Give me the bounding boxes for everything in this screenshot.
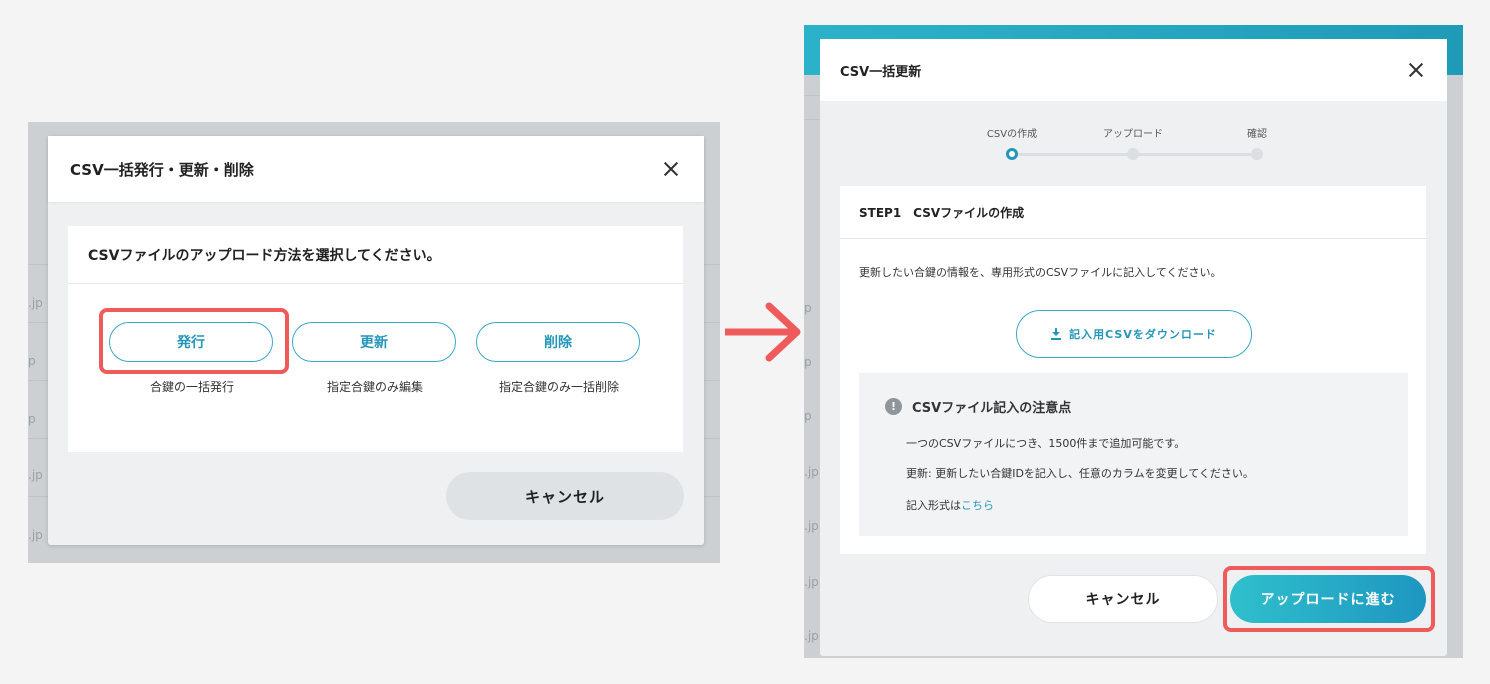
highlight-annotation	[99, 308, 289, 374]
background-text-fragment: p	[28, 354, 36, 368]
step-label-upload: アップロード	[1103, 129, 1163, 140]
notice-title-row: ! CSVファイル記入の注意点	[885, 397, 1071, 416]
left-screenshot: .jp p p .jp .jp CSV一括発行・更新・削除 CSVファイルのアッ…	[28, 122, 720, 563]
background-text-fragment: .jp	[28, 468, 43, 482]
option-update: 更新 指定合鍵のみ編集	[292, 322, 458, 395]
option-description: 指定合鍵のみ一括削除	[498, 380, 619, 394]
step-dot-active	[1006, 148, 1018, 160]
step-card: STEP1 CSVファイルの作成 更新したい合鍵の情報を、専用形式のCSVファイ…	[840, 186, 1426, 554]
right-screenshot: p p p .jp .jp .jp .jp CSV一括更新 CSVの作成 アップ…	[804, 25, 1463, 658]
notice-line: 更新: 更新したい合鍵IDを記入し、任意のカラムを変更してください。	[906, 467, 1254, 480]
modal-header: CSV一括発行・更新・削除	[48, 136, 704, 202]
arrow-right-icon	[725, 302, 801, 362]
notice-title: CSVファイル記入の注意点	[912, 401, 1072, 416]
background-text-fragment: p	[804, 355, 812, 369]
format-prefix: 記入形式は	[906, 499, 961, 512]
csv-bulk-modal: CSV一括発行・更新・削除 CSVファイルのアップロード方法を選択してください。…	[48, 136, 704, 545]
highlight-annotation	[1223, 566, 1435, 632]
update-button[interactable]: 更新	[292, 322, 456, 362]
format-link[interactable]: こちら	[961, 499, 994, 512]
modal-title: CSV一括発行・更新・削除	[70, 160, 254, 179]
background-text-fragment: p	[28, 412, 36, 426]
instruction-text: 更新したい合鍵の情報を、専用形式のCSVファイルに記入してください。	[859, 266, 1222, 279]
option-description: 合鍵の一括発行	[149, 380, 234, 394]
background-text-fragment: p	[804, 409, 812, 423]
background-text-fragment: p	[804, 301, 812, 315]
step-heading: STEP1 CSVファイルの作成	[840, 186, 1426, 239]
download-csv-button[interactable]: 記入用CSVをダウンロード	[1016, 310, 1252, 358]
notice-line: 一つのCSVファイルにつき、1500件まで追加可能です。	[906, 437, 1186, 450]
notice-line-format: 記入形式はこちら	[906, 497, 994, 513]
download-icon	[1051, 328, 1062, 340]
download-label: 記入用CSVをダウンロード	[1069, 328, 1217, 341]
step-label-create: CSVの作成	[986, 129, 1038, 140]
background-text-fragment: .jp	[804, 575, 819, 589]
background-text-fragment: .jp	[28, 528, 43, 542]
card-heading: CSVファイルのアップロード方法を選択してください。	[68, 226, 683, 284]
option-delete: 削除 指定合鍵のみ一括削除	[476, 322, 642, 395]
delete-button[interactable]: 削除	[476, 322, 640, 362]
cancel-button[interactable]: キャンセル	[446, 472, 684, 520]
step-dot	[1251, 148, 1263, 160]
progress-stepper: CSVの作成 アップロード 確認	[820, 101, 1447, 181]
notice-box: ! CSVファイル記入の注意点 一つのCSVファイルにつき、1500件まで追加可…	[859, 373, 1408, 536]
background-text-fragment: .jp	[28, 296, 43, 310]
step-label-confirm: 確認	[1247, 129, 1267, 140]
method-select-card: CSVファイルのアップロード方法を選択してください。 発行 合鍵の一括発行 更新…	[68, 226, 683, 452]
background-text-fragment: .jp	[804, 519, 819, 533]
close-icon[interactable]	[660, 158, 682, 180]
background-text-fragment: .jp	[804, 629, 819, 643]
warning-icon: !	[885, 398, 902, 415]
csv-update-modal: CSV一括更新 CSVの作成 アップロード 確認 STEP1 CSVファイルの作…	[820, 39, 1447, 656]
background-text-fragment: .jp	[804, 465, 819, 479]
cancel-button[interactable]: キャンセル	[1028, 575, 1218, 623]
close-icon[interactable]	[1405, 59, 1427, 81]
step-dot	[1127, 148, 1139, 160]
modal-header: CSV一括更新	[820, 39, 1447, 101]
modal-title: CSV一括更新	[840, 64, 922, 80]
option-description: 指定合鍵のみ編集	[326, 380, 423, 394]
